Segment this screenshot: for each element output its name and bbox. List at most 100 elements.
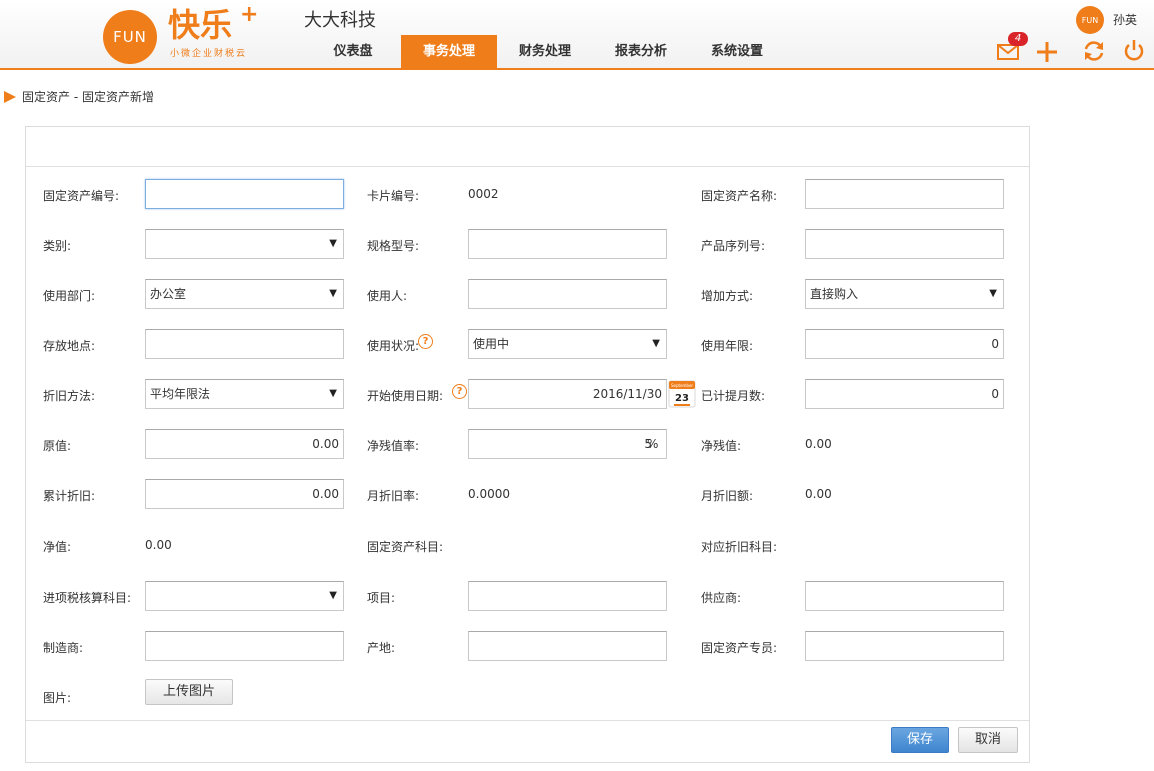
brand-plus: + <box>240 2 259 27</box>
residual-label: 净残值: <box>701 439 742 453</box>
maker-input[interactable] <box>145 631 344 661</box>
officer-input[interactable] <box>805 631 1004 661</box>
upload-image-button[interactable]: 上传图片 <box>145 679 233 705</box>
asset-account-label: 固定资产科目: <box>367 540 444 554</box>
net-label: 净值: <box>43 540 72 554</box>
power-icon[interactable] <box>1121 38 1147 64</box>
user-label: 使用人: <box>367 289 408 303</box>
serial-input[interactable] <box>805 229 1004 259</box>
residual-value: 0.00 <box>805 437 832 451</box>
input-tax-label: 进项税核算科目: <box>43 591 132 605</box>
breadcrumb: 固定资产 - 固定资产新增 <box>4 88 154 105</box>
calendar-day: 23 <box>675 393 689 404</box>
top-bar: FUN 快乐 + 小微企业财税云 大大科技 仪表盘 事务处理 财务处理 报表分析… <box>0 0 1154 70</box>
asset-no-input[interactable] <box>145 179 344 209</box>
start-date-input[interactable] <box>468 379 667 409</box>
caret-down-icon: ▼ <box>652 338 660 349</box>
logo[interactable]: FUN <box>103 10 157 64</box>
nav-finance[interactable]: 财务处理 <box>497 35 593 68</box>
depr-method-label: 折旧方法: <box>43 389 96 403</box>
monthly-amount-value: 0.00 <box>805 487 832 501</box>
asset-name-input[interactable] <box>805 179 1004 209</box>
plus-icon[interactable] <box>1034 38 1060 64</box>
dept-selected: 办公室 <box>150 287 187 301</box>
panel-header <box>26 127 1029 167</box>
months-input[interactable] <box>805 379 1004 409</box>
calendar-month: September <box>671 383 693 388</box>
input-tax-select[interactable]: ▼ <box>145 581 344 611</box>
help-icon[interactable]: ? <box>418 334 433 349</box>
card-no-value: 0002 <box>468 187 499 201</box>
user-input[interactable] <box>468 279 667 309</box>
spec-input[interactable] <box>468 229 667 259</box>
cancel-button[interactable]: 取消 <box>958 727 1018 753</box>
add-method-label: 增加方式: <box>701 289 754 303</box>
nav-settings[interactable]: 系统设置 <box>689 35 785 68</box>
calendar-icon[interactable]: September 23 <box>668 380 696 408</box>
caret-down-icon: ▼ <box>329 288 337 299</box>
asset-no-label: 固定资产编号: <box>43 189 120 203</box>
depr-method-selected: 平均年限法 <box>150 387 211 401</box>
nav-transactions[interactable]: 事务处理 <box>401 35 497 68</box>
add-method-select[interactable]: 直接购入 ▼ <box>805 279 1004 309</box>
monthly-amount-label: 月折旧额: <box>701 489 754 503</box>
life-label: 使用年限: <box>701 339 754 353</box>
breadcrumb-text: 固定资产 - 固定资产新增 <box>22 90 154 104</box>
depr-account-label: 对应折旧科目: <box>701 540 778 554</box>
arrow-right-icon <box>4 90 16 103</box>
user-name[interactable]: 孙英 <box>1113 11 1137 28</box>
company-name: 大大科技 <box>304 10 376 31</box>
brand-name: 快乐 <box>168 6 233 44</box>
help-icon[interactable]: ? <box>452 384 467 399</box>
status-select[interactable]: 使用中 ▼ <box>468 329 667 359</box>
refresh-icon[interactable] <box>1081 38 1107 64</box>
category-select[interactable]: ▼ <box>145 229 344 259</box>
nav-dashboard[interactable]: 仪表盘 <box>305 35 401 68</box>
caret-down-icon: ▼ <box>989 288 997 299</box>
residual-rate-input[interactable] <box>468 429 667 459</box>
monthly-rate-value: 0.0000 <box>468 487 510 501</box>
caret-down-icon: ▼ <box>329 590 337 601</box>
nav-reports[interactable]: 报表分析 <box>593 35 689 68</box>
add-method-selected: 直接购入 <box>810 287 859 301</box>
months-label: 已计提月数: <box>701 389 766 403</box>
serial-label: 产品序列号: <box>701 239 766 253</box>
depr-method-select[interactable]: 平均年限法 ▼ <box>145 379 344 409</box>
residual-rate-unit: % <box>647 437 659 451</box>
spec-label: 规格型号: <box>367 239 420 253</box>
status-label: 使用状况: <box>367 339 420 353</box>
avatar[interactable]: FUN <box>1076 6 1104 34</box>
start-date-label: 开始使用日期: <box>367 389 444 403</box>
monthly-rate-label: 月折旧率: <box>367 489 420 503</box>
acc-depr-label: 累计折旧: <box>43 489 96 503</box>
save-button[interactable]: 保存 <box>891 727 949 753</box>
asset-name-label: 固定资产名称: <box>701 189 778 203</box>
net-value: 0.00 <box>145 538 172 552</box>
image-label: 图片: <box>43 691 72 705</box>
caret-down-icon: ▼ <box>329 388 337 399</box>
main-nav: 仪表盘 事务处理 财务处理 报表分析 系统设置 <box>305 35 785 68</box>
location-label: 存放地点: <box>43 339 96 353</box>
project-input[interactable] <box>468 581 667 611</box>
supplier-input[interactable] <box>805 581 1004 611</box>
orig-value-label: 原值: <box>43 439 72 453</box>
caret-down-icon: ▼ <box>329 238 337 249</box>
status-selected: 使用中 <box>473 337 510 351</box>
residual-rate-label: 净残值率: <box>367 439 420 453</box>
origin-input[interactable] <box>468 631 667 661</box>
life-input[interactable] <box>805 329 1004 359</box>
maker-label: 制造商: <box>43 641 84 655</box>
origin-label: 产地: <box>367 641 396 655</box>
category-label: 类别: <box>43 239 72 253</box>
project-label: 项目: <box>367 591 396 605</box>
asset-form-panel: 固定资产编号: 卡片编号: 0002 固定资产名称: 类别: ▼ 规格型号: 产… <box>25 126 1030 763</box>
location-input[interactable] <box>145 329 344 359</box>
panel-footer <box>26 720 1029 762</box>
card-no-label: 卡片编号: <box>367 189 420 203</box>
acc-depr-input[interactable] <box>145 479 344 509</box>
brand-tagline: 小微企业财税云 <box>170 49 248 59</box>
dept-select[interactable]: 办公室 ▼ <box>145 279 344 309</box>
supplier-label: 供应商: <box>701 591 742 605</box>
mail-count-badge: 4 <box>1008 32 1028 46</box>
orig-value-input[interactable] <box>145 429 344 459</box>
